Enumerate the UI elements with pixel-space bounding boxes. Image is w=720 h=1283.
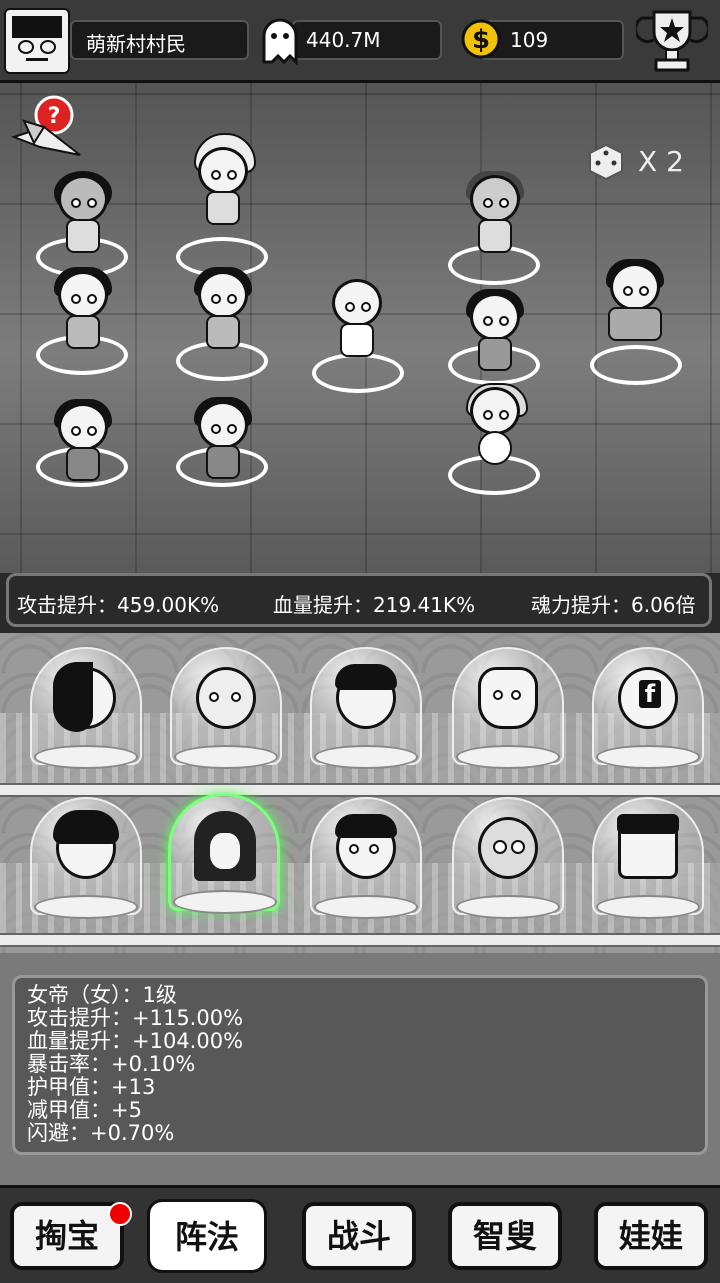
- hero-unit[interactable]: [190, 133, 256, 225]
- souls-value: 440.7M: [306, 28, 381, 52]
- souls-pill: 440.7M: [292, 20, 442, 60]
- hero-dome-selected[interactable]: [168, 793, 280, 914]
- formation-field: ? X 2: [0, 83, 720, 573]
- hero-dome[interactable]: [452, 797, 564, 919]
- hero-dome[interactable]: [310, 647, 422, 769]
- detail-line: 护甲值：+13: [27, 1075, 156, 1099]
- formation-slot[interactable]: [590, 345, 682, 385]
- paper-crane-help-icon[interactable]: ?: [10, 91, 86, 161]
- hero-dome[interactable]: [170, 647, 282, 769]
- shelf: [0, 933, 720, 947]
- hero-detail-section: 女帝（女）：1级 攻击提升：+115.00% 血量提升：+104.00% 暴击率…: [0, 953, 720, 1185]
- hero-unit[interactable]: [462, 289, 528, 371]
- f-logo-icon: f: [639, 680, 661, 708]
- hero-roster: f: [0, 633, 720, 953]
- top-bar: 萌新村村民 440.7M 109 $: [0, 0, 720, 83]
- hero-unit[interactable]: [50, 267, 116, 349]
- player-name-pill: 萌新村村民: [70, 20, 249, 60]
- hero-unit[interactable]: [50, 399, 116, 481]
- hero-dome[interactable]: f: [592, 647, 704, 769]
- formation-stats-bar: 攻击提升：459.00K% 血量提升：219.41K% 魂力提升：6.06倍: [6, 573, 712, 627]
- nav-zhisou-button[interactable]: 智叟: [448, 1202, 562, 1270]
- attack-boost: 攻击提升：459.00K%: [17, 593, 220, 617]
- ghost-icon: [262, 18, 298, 66]
- hero-unit[interactable]: [190, 397, 256, 479]
- svg-text:?: ?: [48, 104, 61, 129]
- hero-unit[interactable]: [50, 171, 116, 253]
- detail-line: 暴击率：+0.10%: [27, 1052, 196, 1076]
- detail-line: 攻击提升：+115.00%: [27, 1006, 244, 1030]
- soul-power-boost: 魂力提升：6.06倍: [531, 593, 696, 617]
- dice-icon: [589, 143, 623, 181]
- coin-icon: $: [461, 19, 501, 59]
- speed-multiplier[interactable]: X 2: [638, 145, 684, 178]
- hero-unit[interactable]: [190, 267, 256, 349]
- nav-zhenfa-button[interactable]: 阵法: [147, 1199, 267, 1273]
- nav-zhandou-button[interactable]: 战斗: [302, 1202, 416, 1270]
- trophy-icon[interactable]: [636, 6, 708, 76]
- player-name: 萌新村村民: [86, 32, 186, 56]
- detail-line: 血量提升：+104.00%: [27, 1029, 244, 1053]
- detail-line: 女帝（女）：1级: [27, 983, 177, 1007]
- svg-text:$: $: [472, 25, 490, 55]
- formation-slot[interactable]: [312, 353, 404, 393]
- bottom-nav: 掏宝 阵法 战斗 智叟 娃娃: [0, 1185, 720, 1283]
- nav-taobao-button[interactable]: 掏宝: [10, 1202, 124, 1270]
- hero-dome[interactable]: [592, 797, 704, 919]
- coins-value: 109: [510, 28, 549, 52]
- detail-line: 闪避：+0.70%: [27, 1121, 175, 1145]
- hero-unit[interactable]: [324, 279, 390, 357]
- notification-badge: [108, 1202, 132, 1226]
- nav-wawa-button[interactable]: 娃娃: [594, 1202, 708, 1270]
- hero-dome[interactable]: [310, 797, 422, 919]
- hero-detail-panel[interactable]: 女帝（女）：1级 攻击提升：+115.00% 血量提升：+104.00% 暴击率…: [12, 975, 708, 1155]
- hero-unit[interactable]: [462, 171, 528, 253]
- hero-dome[interactable]: [30, 797, 142, 919]
- player-avatar[interactable]: [4, 8, 70, 74]
- hero-dome[interactable]: [452, 647, 564, 769]
- hp-boost: 血量提升：219.41K%: [273, 593, 476, 617]
- detail-line: 减甲值：+5: [27, 1098, 142, 1122]
- hero-dome[interactable]: [30, 647, 142, 769]
- shelf: [0, 783, 720, 797]
- hero-unit[interactable]: [602, 259, 668, 341]
- hero-unit[interactable]: [462, 383, 528, 465]
